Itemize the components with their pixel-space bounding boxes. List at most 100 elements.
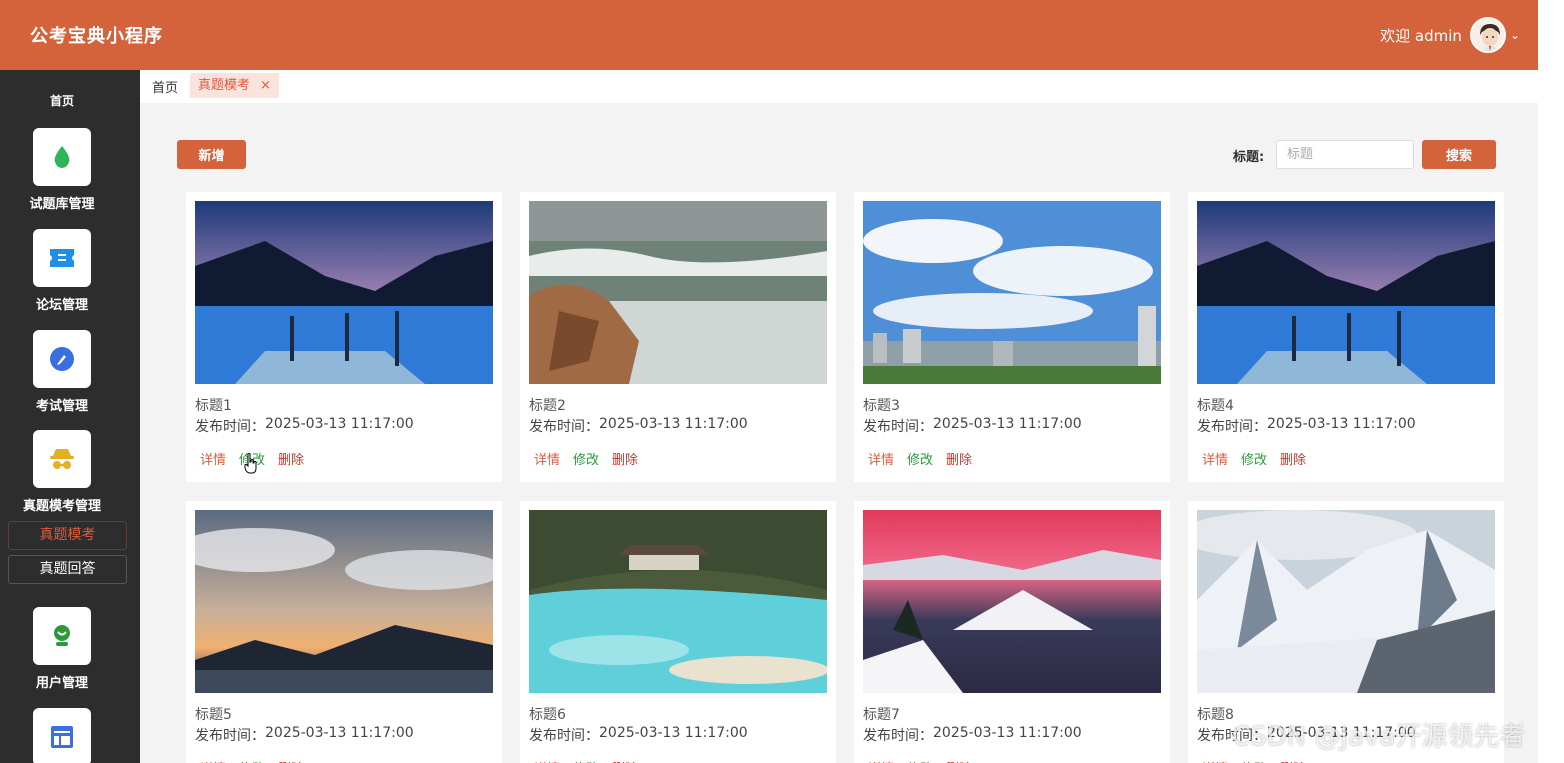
sidebar-item-forum[interactable]: 论坛管理: [0, 229, 124, 313]
card-image[interactable]: [529, 510, 827, 693]
card-image[interactable]: [1197, 201, 1495, 384]
card-image[interactable]: [863, 510, 1161, 693]
card: 标题3 发布时间： 2025-03-13 11:17:00 详情 修改 删除: [854, 192, 1170, 482]
detail-link[interactable]: 详情: [534, 449, 560, 468]
sidebar-item-label: 用户管理: [35, 676, 88, 691]
card: 标题5 发布时间： 2025-03-13 11:17:00 详情 修改 删除: [186, 501, 502, 763]
card-title: 标题7: [863, 707, 900, 723]
card-date: 发布时间： 2025-03-13 11:17:00: [863, 725, 1082, 745]
detail-link[interactable]: 详情: [1202, 758, 1228, 763]
tab-mock-exam[interactable]: 真题模考 ×: [190, 73, 279, 98]
welcome-text: 欢迎 admin: [1380, 26, 1462, 45]
card-actions: 详情 修改 删除: [534, 449, 651, 468]
sidebar-item-home[interactable]: 首页: [0, 92, 124, 109]
card-date: 发布时间： 2025-03-13 11:17:00: [195, 416, 414, 436]
tab-home[interactable]: 首页: [152, 77, 178, 96]
card: 标题4 发布时间： 2025-03-13 11:17:00 详情 修改 删除: [1188, 192, 1504, 482]
card-image[interactable]: [195, 201, 493, 384]
card-title: 标题8: [1197, 707, 1234, 723]
edit-link[interactable]: 修改: [239, 758, 265, 763]
date-value: 2025-03-13 11:17:00: [599, 725, 748, 741]
edit-link[interactable]: 修改: [907, 758, 933, 763]
date-label: 发布时间：: [529, 728, 599, 744]
edit-link[interactable]: 修改: [907, 449, 933, 468]
scrollbar-track[interactable]: [1538, 0, 1564, 763]
drop-icon: [33, 128, 91, 186]
date-value: 2025-03-13 11:17:00: [933, 725, 1082, 741]
close-icon[interactable]: ×: [260, 73, 271, 98]
detail-link[interactable]: 详情: [1202, 449, 1228, 468]
card-actions: 详情 修改 删除: [868, 449, 985, 468]
tab-label: 真题模考: [198, 78, 251, 93]
sidebar: 首页 试题库管理 论坛管理 考试管理 真题模考管理 真题模考 真题回答 用户管理: [0, 70, 140, 763]
edit-link[interactable]: 修改: [573, 758, 599, 763]
detail-link[interactable]: 详情: [200, 758, 226, 763]
user-icon: [33, 607, 91, 665]
card-date: 发布时间： 2025-03-13 11:17:00: [529, 416, 748, 436]
search-button[interactable]: 搜索: [1422, 140, 1496, 169]
tabs-bar: 首页 真题模考 ×: [140, 70, 1538, 103]
card-date: 发布时间： 2025-03-13 11:17:00: [863, 416, 1082, 436]
detail-link[interactable]: 详情: [200, 449, 226, 468]
sidebar-item-label: 考试管理: [35, 399, 88, 414]
card: 标题1 发布时间： 2025-03-13 11:17:00 详情 修改 删除: [186, 192, 502, 482]
avatar[interactable]: [1469, 17, 1506, 53]
delete-link[interactable]: 删除: [612, 449, 638, 468]
card-actions: 详情 修改 删除: [1202, 449, 1319, 468]
delete-link[interactable]: 删除: [946, 449, 972, 468]
edit-link[interactable]: 修改: [1241, 758, 1267, 763]
ticket-icon: [33, 229, 91, 287]
delete-link[interactable]: 删除: [612, 758, 638, 763]
date-value: 2025-03-13 11:17:00: [599, 416, 748, 432]
card-title: 标题6: [529, 707, 566, 723]
delete-link[interactable]: 删除: [1280, 449, 1306, 468]
sidebar-item-label: 试题库管理: [29, 197, 95, 212]
sidebar-item-users[interactable]: 用户管理: [0, 607, 124, 691]
detail-link[interactable]: 详情: [868, 449, 894, 468]
watermark: CSDN @Java开源领先者: [1232, 722, 1526, 752]
sidebar-item-question-bank[interactable]: 试题库管理: [0, 128, 124, 212]
delete-link[interactable]: 删除: [278, 449, 304, 468]
card: 标题7 发布时间： 2025-03-13 11:17:00 详情 修改 删除: [854, 501, 1170, 763]
user-menu[interactable]: 欢迎 admin ⌄: [1380, 17, 1520, 53]
sidebar-item-label: 真题模考管理: [22, 499, 101, 514]
sidebar-item-layout[interactable]: [0, 708, 124, 763]
date-value: 2025-03-13 11:17:00: [1267, 416, 1416, 432]
delete-link[interactable]: 删除: [1280, 758, 1306, 763]
date-label: 发布时间：: [1197, 419, 1267, 435]
date-label: 发布时间：: [529, 419, 599, 435]
card: 标题2 发布时间： 2025-03-13 11:17:00 详情 修改 删除: [520, 192, 836, 482]
date-value: 2025-03-13 11:17:00: [265, 725, 414, 741]
sidebar-item-exam[interactable]: 考试管理: [0, 330, 124, 414]
date-value: 2025-03-13 11:17:00: [265, 416, 414, 432]
card-title: 标题1: [195, 398, 232, 414]
search-input[interactable]: [1276, 140, 1414, 169]
layout-icon: [33, 708, 91, 763]
date-label: 发布时间：: [195, 728, 265, 744]
delete-link[interactable]: 删除: [278, 758, 304, 763]
sidebar-subitem-mock-exam[interactable]: 真题模考: [8, 521, 127, 550]
card-actions: 详情 修改 删除: [1202, 758, 1319, 763]
edit-link[interactable]: 修改: [1241, 449, 1267, 468]
pencil-icon: [33, 330, 91, 388]
card-actions: 详情 修改 删除: [868, 758, 985, 763]
edit-link[interactable]: 修改: [573, 449, 599, 468]
card-date: 发布时间： 2025-03-13 11:17:00: [1197, 416, 1416, 436]
delete-link[interactable]: 删除: [946, 758, 972, 763]
card-date: 发布时间： 2025-03-13 11:17:00: [529, 725, 748, 745]
spy-icon: [33, 430, 91, 488]
card-image[interactable]: [529, 201, 827, 384]
card-title: 标题5: [195, 707, 232, 723]
chevron-down-icon[interactable]: ⌄: [1510, 28, 1520, 42]
sidebar-item-mock-exam-management[interactable]: 真题模考管理: [0, 430, 124, 514]
card: 标题6 发布时间： 2025-03-13 11:17:00 详情 修改 删除: [520, 501, 836, 763]
sidebar-subitem-answers[interactable]: 真题回答: [8, 555, 127, 584]
card-image[interactable]: [1197, 510, 1495, 693]
card-image[interactable]: [863, 201, 1161, 384]
card-image[interactable]: [195, 510, 493, 693]
hand-cursor-icon: [244, 453, 257, 474]
detail-link[interactable]: 详情: [868, 758, 894, 763]
add-button[interactable]: 新增: [177, 140, 246, 169]
detail-link[interactable]: 详情: [534, 758, 560, 763]
date-label: 发布时间：: [195, 419, 265, 435]
